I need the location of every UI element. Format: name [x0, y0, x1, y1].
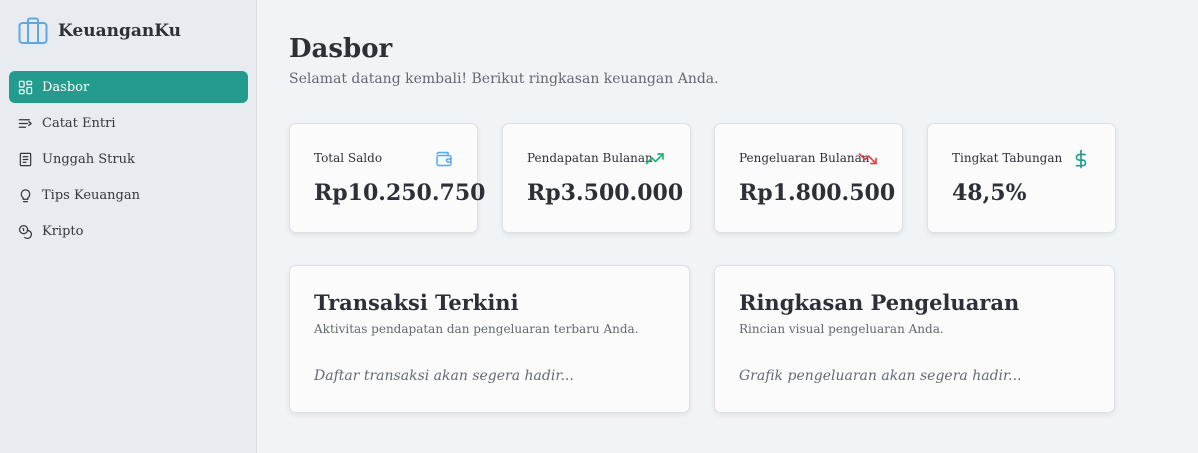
- main-content: Dasbor Selamat datang kembali! Berikut r…: [258, 0, 1198, 453]
- list-add-icon: [18, 118, 32, 128]
- stat-value: Rp1.800.500: [739, 180, 896, 206]
- sidebar-item-dasbor[interactable]: Dasbor: [9, 71, 248, 103]
- dashboard-grid-icon: [18, 80, 33, 94]
- panel-subtitle: Aktivitas pendapatan dan pengeluaran ter…: [314, 322, 639, 336]
- stat-label: Pendapatan Bulanan: [527, 151, 653, 165]
- panel-title: Transaksi Terkini: [314, 290, 519, 315]
- stat-value: 48,5%: [952, 180, 1027, 206]
- sidebar-item-tips-keuangan[interactable]: Tips Keuangan: [9, 179, 248, 211]
- sidebar-item-label: Unggah Struk: [42, 151, 135, 167]
- receipt-icon: [19, 152, 32, 166]
- briefcase-icon: [18, 17, 48, 44]
- coins-icon: [18, 224, 32, 239]
- sidebar-item-label: Catat Entri: [42, 115, 116, 131]
- lightbulb-icon: [20, 188, 31, 202]
- wallet-icon: [436, 151, 452, 167]
- recent-transactions-panel: Transaksi Terkini Aktivitas pendapatan d…: [289, 265, 690, 413]
- stat-value: Rp10.250.750: [314, 180, 486, 206]
- panel-title: Ringkasan Pengeluaran: [739, 290, 1020, 315]
- stat-value: Rp3.500.000: [527, 180, 684, 206]
- spending-summary-panel: Ringkasan Pengeluaran Rincian visual pen…: [714, 265, 1115, 413]
- panel-placeholder: Daftar transaksi akan segera hadir...: [314, 368, 574, 384]
- dollar-icon: [1075, 149, 1087, 169]
- trending-up-icon: [645, 153, 664, 165]
- sidebar-nav: Dasbor Catat Entri Unggah Struk Tips Keu…: [9, 71, 248, 251]
- brand[interactable]: KeuanganKu: [17, 15, 181, 47]
- page-subtitle: Selamat datang kembali! Berikut ringkasa…: [289, 71, 719, 87]
- sidebar-item-label: Dasbor: [42, 79, 90, 95]
- panel-subtitle: Rincian visual pengeluaran Anda.: [739, 322, 944, 336]
- sidebar-item-label: Tips Keuangan: [42, 187, 140, 203]
- page-title: Dasbor: [289, 34, 393, 64]
- stat-card-tingkat-tabungan: Tingkat Tabungan 48,5%: [927, 123, 1116, 233]
- stat-card-pengeluaran-bulanan: Pengeluaran Bulanan Rp1.800.500: [714, 123, 903, 233]
- stat-card-total-saldo: Total Saldo Rp10.250.750: [289, 123, 485, 233]
- stat-label: Pengeluaran Bulanan: [739, 151, 870, 165]
- sidebar-item-label: Kripto: [42, 223, 84, 239]
- stat-label: Total Saldo: [314, 151, 383, 165]
- sidebar-item-catat-entri[interactable]: Catat Entri: [9, 107, 248, 139]
- stat-label: Tingkat Tabungan: [952, 151, 1063, 165]
- brand-name: KeuanganKu: [58, 21, 181, 41]
- panel-placeholder: Grafik pengeluaran akan segera hadir...: [739, 368, 1022, 384]
- stat-card-pendapatan-bulanan: Pendapatan Bulanan Rp3.500.000: [502, 123, 691, 233]
- trending-down-icon: [858, 153, 877, 165]
- sidebar-item-unggah-struk[interactable]: Unggah Struk: [9, 143, 248, 175]
- sidebar-item-kripto[interactable]: Kripto: [9, 215, 248, 247]
- sidebar: KeuanganKu Dasbor Catat Entri Unggah Str…: [0, 0, 257, 453]
